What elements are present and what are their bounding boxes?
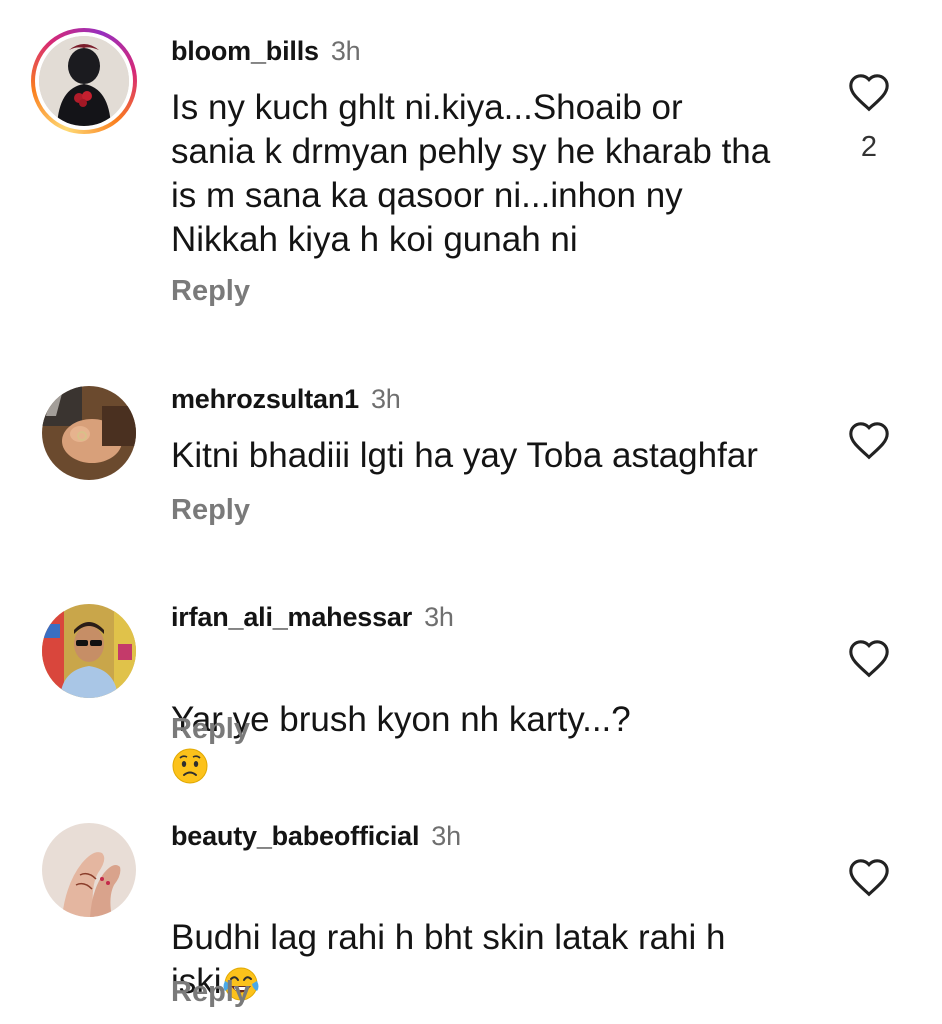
- timestamp: 3h: [370, 384, 401, 414]
- heart-icon[interactable]: [847, 420, 891, 460]
- reply-button[interactable]: Reply: [171, 976, 250, 1009]
- timestamp: 3h: [330, 36, 361, 66]
- comment-text: Yar ye brush kyon nh karty...?: [171, 654, 811, 786]
- avatar-photo-woman-roses: [39, 36, 129, 126]
- username-text[interactable]: irfan_ali_mahessar: [171, 602, 412, 632]
- avatar[interactable]: [31, 28, 137, 134]
- username[interactable]: irfan_ali_mahessar 3h: [171, 602, 454, 633]
- heart-icon[interactable]: [847, 72, 891, 112]
- timestamp: 3h: [431, 821, 461, 851]
- worried-face-emoji: [172, 748, 208, 784]
- comment-text: Kitni bhadiii lgti ha yay Toba astaghfar: [171, 436, 758, 475]
- reply-button[interactable]: Reply: [171, 494, 250, 527]
- avatar-photo-man-sunglasses: [42, 604, 136, 698]
- username[interactable]: beauty_babeofficial 3h: [171, 821, 461, 852]
- avatar[interactable]: [42, 823, 136, 917]
- avatar[interactable]: [42, 386, 136, 480]
- username-text[interactable]: bloom_bills: [171, 36, 319, 66]
- username[interactable]: bloom_bills 3h: [171, 36, 361, 67]
- comment-text: Budhi lag rahi h bht skin latak rahi h i…: [171, 872, 811, 1004]
- username-text[interactable]: mehrozsultan1: [171, 384, 359, 414]
- avatar[interactable]: [42, 604, 136, 698]
- timestamp: 3h: [424, 602, 454, 632]
- heart-icon[interactable]: [847, 857, 891, 897]
- username[interactable]: mehrozsultan1 3h: [171, 384, 401, 415]
- heart-icon[interactable]: [847, 638, 891, 678]
- reply-button[interactable]: Reply: [171, 275, 250, 308]
- reply-button[interactable]: Reply: [171, 713, 250, 746]
- like-count: 2: [860, 131, 878, 163]
- username-text[interactable]: beauty_babeofficial: [171, 821, 419, 851]
- comment-text: Is ny kuch ghlt ni.kiya...Shoaib or sani…: [171, 88, 771, 259]
- avatar-photo-hand-ring: [42, 386, 136, 480]
- avatar-photo-hands-mehndi: [42, 823, 136, 917]
